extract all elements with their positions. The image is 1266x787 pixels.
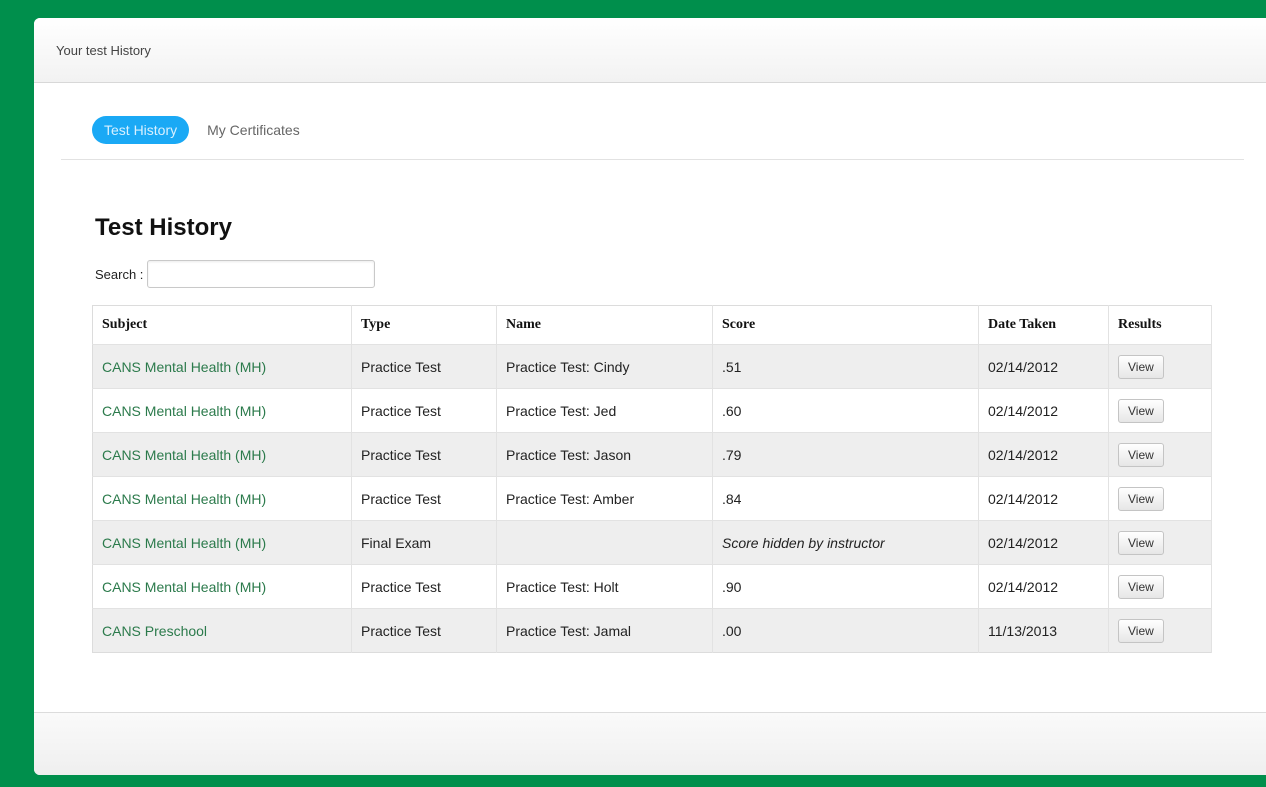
- main-panel: Your test History Test History My Certif…: [34, 18, 1266, 775]
- cell-results: View: [1108, 564, 1212, 609]
- panel-header: Your test History: [34, 18, 1266, 83]
- cell-subject[interactable]: CANS Mental Health (MH): [92, 520, 352, 565]
- cell-date-taken: 02/14/2012: [978, 432, 1109, 477]
- tab-divider: [61, 159, 1244, 160]
- cell-date-taken: 02/14/2012: [978, 476, 1109, 521]
- search-label: Search :: [95, 266, 144, 282]
- cell-subject[interactable]: CANS Mental Health (MH): [92, 564, 352, 609]
- column-header-results: Results: [1108, 305, 1212, 345]
- cell-score: .90: [712, 564, 979, 609]
- view-button[interactable]: View: [1118, 486, 1164, 511]
- cell-date-taken: 02/14/2012: [978, 520, 1109, 565]
- column-header-score[interactable]: Score: [712, 305, 979, 345]
- cell-name: Practice Test: Amber: [496, 476, 713, 521]
- column-header-date-taken[interactable]: Date Taken: [978, 305, 1109, 345]
- cell-results: View: [1108, 608, 1212, 653]
- cell-name: Practice Test: Jamal: [496, 608, 713, 653]
- panel-title: Your test History: [56, 42, 151, 58]
- cell-type: Practice Test: [351, 564, 497, 609]
- cell-type: Practice Test: [351, 388, 497, 433]
- cell-date-taken: 02/14/2012: [978, 388, 1109, 433]
- table-row: CANS Mental Health (MH) Final Exam Score…: [92, 520, 1212, 565]
- cell-results: View: [1108, 344, 1212, 389]
- table-row: CANS Preschool Practice Test Practice Te…: [92, 608, 1212, 653]
- table-row: CANS Mental Health (MH) Practice Test Pr…: [92, 432, 1212, 477]
- cell-type: Final Exam: [351, 520, 497, 565]
- cell-score: .60: [712, 388, 979, 433]
- view-button[interactable]: View: [1118, 618, 1164, 643]
- cell-score: Score hidden by instructor: [712, 520, 979, 565]
- page-title: Test History: [95, 214, 232, 241]
- search-input[interactable]: [147, 260, 376, 288]
- cell-date-taken: 02/14/2012: [978, 344, 1109, 389]
- cell-results: View: [1108, 432, 1212, 477]
- cell-date-taken: 02/14/2012: [978, 564, 1109, 609]
- cell-subject[interactable]: CANS Mental Health (MH): [92, 432, 352, 477]
- cell-name: Practice Test: Jason: [496, 432, 713, 477]
- cell-type: Practice Test: [351, 432, 497, 477]
- search-row: Search :: [95, 260, 376, 288]
- view-button[interactable]: View: [1118, 398, 1164, 423]
- cell-name: Practice Test: Holt: [496, 564, 713, 609]
- cell-date-taken: 11/13/2013: [978, 608, 1109, 653]
- cell-type: Practice Test: [351, 344, 497, 389]
- table-row: CANS Mental Health (MH) Practice Test Pr…: [92, 388, 1212, 433]
- cell-name: Practice Test: Jed: [496, 388, 713, 433]
- cell-subject[interactable]: CANS Preschool: [92, 608, 352, 653]
- cell-type: Practice Test: [351, 476, 497, 521]
- tab-my-certificates[interactable]: My Certificates: [195, 116, 312, 144]
- table-header-row: Subject Type Name Score Date Taken Resul…: [92, 305, 1212, 345]
- cell-subject[interactable]: CANS Mental Health (MH): [92, 476, 352, 521]
- cell-score: .79: [712, 432, 979, 477]
- cell-score: .84: [712, 476, 979, 521]
- table-row: CANS Mental Health (MH) Practice Test Pr…: [92, 344, 1212, 389]
- cell-name: [496, 520, 713, 565]
- column-header-subject[interactable]: Subject: [92, 305, 352, 345]
- column-header-name[interactable]: Name: [496, 305, 713, 345]
- cell-results: View: [1108, 520, 1212, 565]
- column-header-type[interactable]: Type: [351, 305, 497, 345]
- view-button[interactable]: View: [1118, 530, 1164, 555]
- cell-subject[interactable]: CANS Mental Health (MH): [92, 388, 352, 433]
- cell-results: View: [1108, 476, 1212, 521]
- table-row: CANS Mental Health (MH) Practice Test Pr…: [92, 564, 1212, 609]
- test-history-table: Subject Type Name Score Date Taken Resul…: [92, 305, 1212, 653]
- view-button[interactable]: View: [1118, 354, 1164, 379]
- view-button[interactable]: View: [1118, 442, 1164, 467]
- panel-footer: [34, 712, 1266, 775]
- cell-name: Practice Test: Cindy: [496, 344, 713, 389]
- cell-score: .51: [712, 344, 979, 389]
- cell-results: View: [1108, 388, 1212, 433]
- cell-type: Practice Test: [351, 608, 497, 653]
- tab-test-history[interactable]: Test History: [92, 116, 190, 144]
- view-button[interactable]: View: [1118, 574, 1164, 599]
- tab-bar: Test History My Certificates: [92, 116, 312, 144]
- table-row: CANS Mental Health (MH) Practice Test Pr…: [92, 476, 1212, 521]
- cell-subject[interactable]: CANS Mental Health (MH): [92, 344, 352, 389]
- cell-score: .00: [712, 608, 979, 653]
